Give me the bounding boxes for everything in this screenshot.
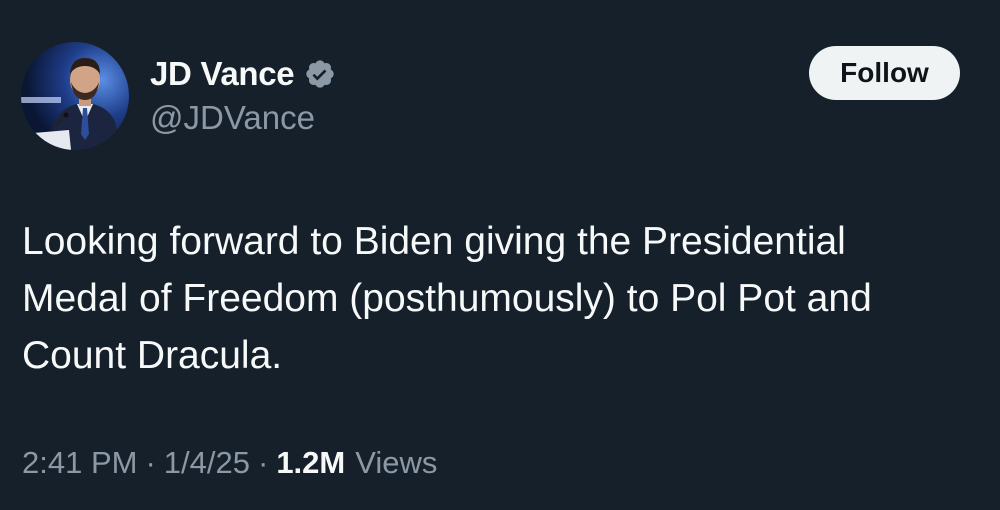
meta-separator: · <box>257 445 269 480</box>
tweet-text: Looking forward to Biden giving the Pres… <box>22 213 982 384</box>
verified-badge-icon <box>304 58 336 90</box>
tweet-text-line: Medal of Freedom (posthumously) to Pol P… <box>22 277 872 320</box>
tweet-time[interactable]: 2:41 PM <box>22 445 137 481</box>
tweet-text-line: Looking forward to Biden giving the Pres… <box>22 220 846 263</box>
author-name-row: JD Vance <box>150 52 336 96</box>
display-name[interactable]: JD Vance <box>150 55 295 93</box>
tweet-meta: 2:41 PM · 1/4/25 · 1.2M Views <box>22 441 437 485</box>
views-count[interactable]: 1.2M <box>276 445 345 481</box>
follow-button[interactable]: Follow <box>809 46 960 100</box>
tweet-date[interactable]: 1/4/25 <box>164 445 250 481</box>
avatar[interactable] <box>21 42 129 150</box>
author-handle[interactable]: @JDVance <box>150 99 315 137</box>
tweet-card: JD Vance @JDVance Follow Looking forward… <box>0 0 1000 510</box>
tweet-text-line: Count Dracula. <box>22 334 283 377</box>
meta-separator: · <box>145 445 156 480</box>
views-label: Views <box>355 445 438 480</box>
